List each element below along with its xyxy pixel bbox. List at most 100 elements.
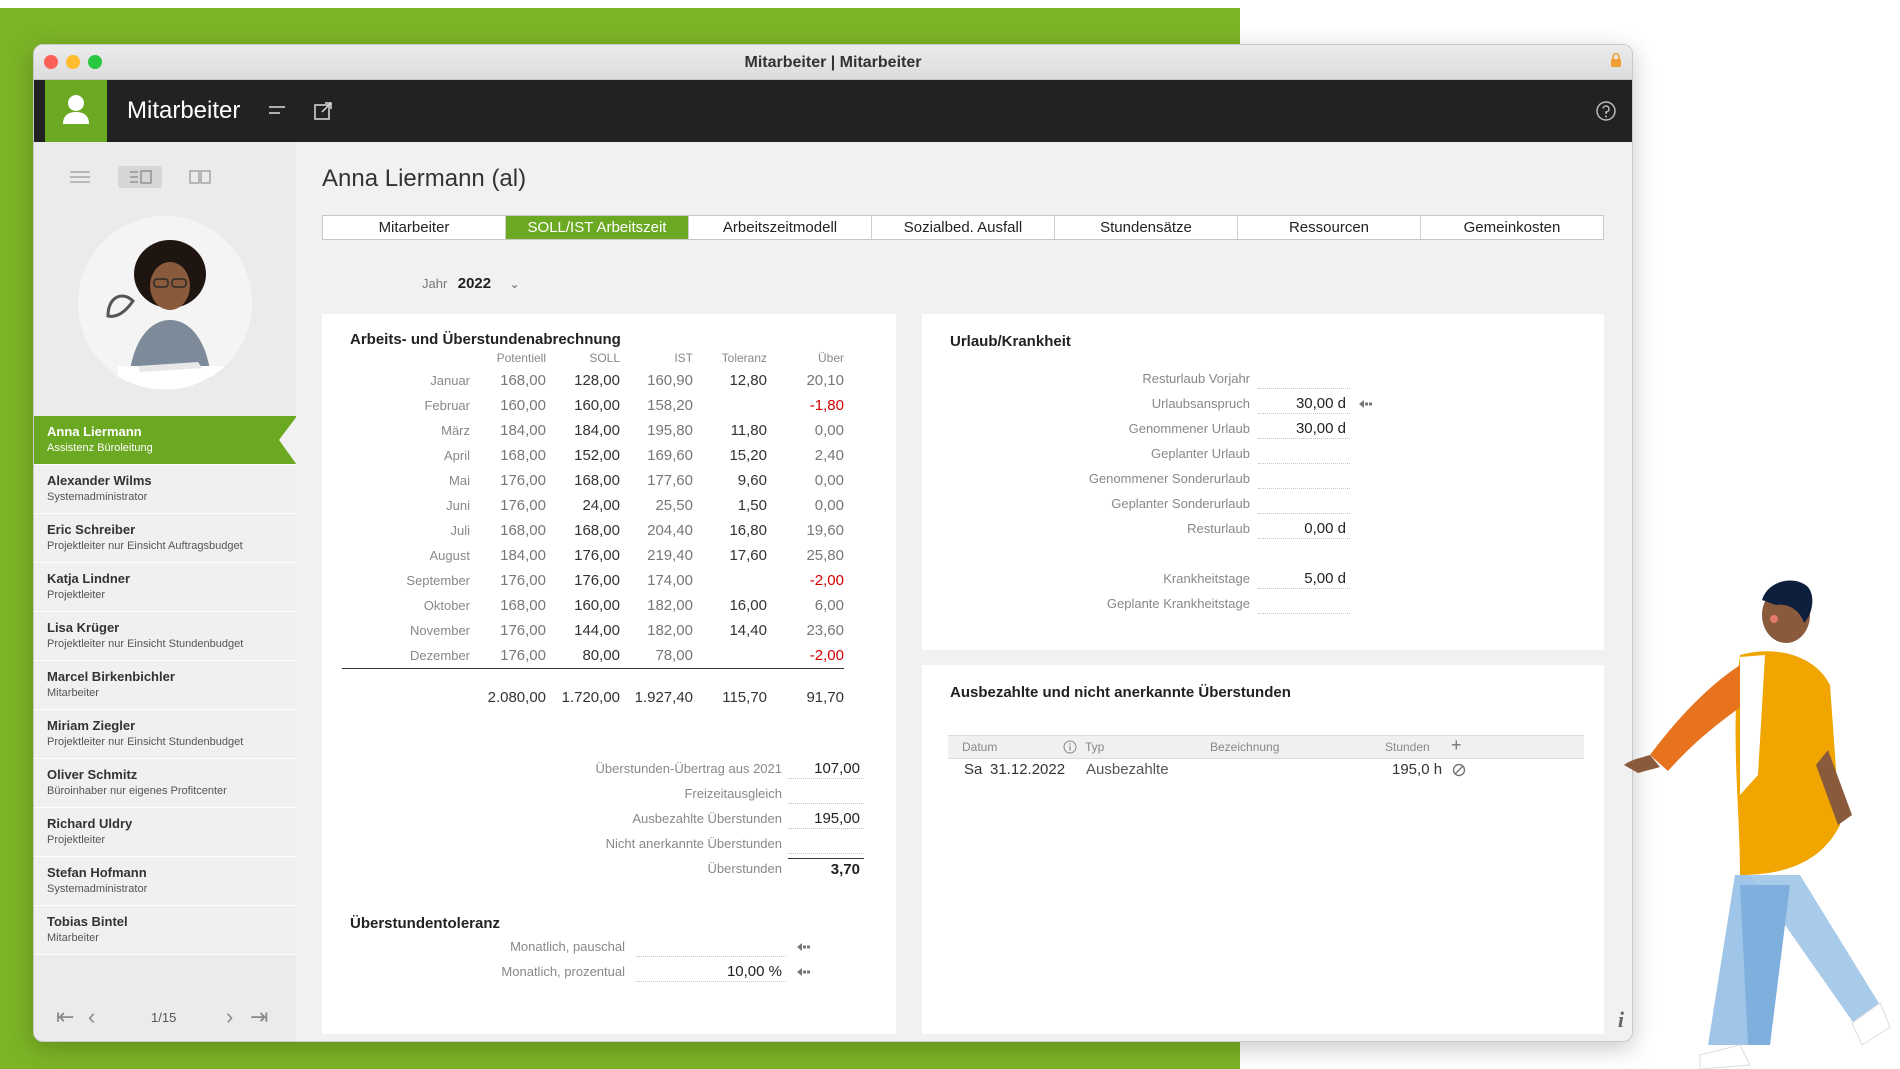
columns-view-icon[interactable] [178,166,222,188]
tab-ressourcen[interactable]: Ressourcen [1238,216,1421,239]
soll-cell: 24,00 [582,497,620,514]
payout-title: Ausbezahlte und nicht anerkannte Überstu… [950,684,1291,701]
month-row: März 184,00 184,00 195,80 11,80 0,00 [342,418,844,443]
menu-icon[interactable] [266,100,288,122]
totals-label-cell [342,668,470,715]
employee-item-alexander-wilms[interactable]: Alexander Wilms Systemadministrator [34,465,296,514]
app-window: Mitarbeiter | Mitarbeiter Mitarbeiter An… [33,44,1633,1042]
tolerance-pct-field[interactable]: 10,00 % [636,961,786,982]
vacation-planned-field[interactable] [1258,443,1350,464]
tolerance-flat-field[interactable] [636,936,786,957]
tolerance-pct-label: Monatlich, prozentual [501,964,625,979]
first-record-icon[interactable]: ⇤ [56,1004,74,1030]
vacation-entitlement-field[interactable]: 30,00 d [1258,393,1350,414]
list-view-icon[interactable] [58,166,102,188]
tab-arbeitszeitmodell[interactable]: Arbeitszeitmodell [689,216,872,239]
previous-record-icon[interactable]: ‹ [88,1004,95,1030]
employee-app-icon[interactable] [45,80,107,142]
month-row: August 184,00 176,00 219,40 17,60 25,80 [342,543,844,568]
column-header-date[interactable]: Datum [962,740,997,754]
paid-overtime-field[interactable]: 195,00 [788,808,864,829]
ueber-cell: -2,00 [809,647,844,664]
next-record-icon[interactable]: › [226,1004,233,1030]
employee-item-lisa-krueger[interactable]: Lisa Krüger Projektleiter nur Einsicht S… [34,612,296,661]
toleranz-cell: 14,40 [729,622,767,639]
app-header: Mitarbeiter [34,80,1632,142]
potentiell-cell: 168,00 [500,372,546,389]
summary-overtime-row: Überstunden [322,858,782,880]
payout-row[interactable]: Sa 31.12.2022 Ausbezahlte 195,0 h [948,758,1584,782]
special-leave-planned-field[interactable] [1258,493,1350,514]
last-record-icon[interactable]: ⇥ [250,1004,268,1030]
vacation-label: Resturlaub [1187,521,1250,536]
lock-icon[interactable] [1610,52,1622,68]
column-header-description[interactable]: Bezeichnung [1210,740,1279,754]
column-header-type[interactable]: Typ [1085,740,1104,754]
month-row: Mai 176,00 168,00 177,60 9,60 0,00 [342,468,844,493]
sick-days-field[interactable]: 5,00 d [1258,568,1350,589]
record-pager: ⇤ ‹ 1/15 › ⇥ [34,1000,296,1030]
help-icon[interactable] [1595,100,1617,122]
month-row: Februar 160,00 160,00 158,20 -1,80 [342,393,844,418]
tab-gemeinkosten[interactable]: Gemeinkosten [1421,216,1603,239]
add-entry-icon[interactable]: + [1451,735,1462,756]
sidebar: Anna Liermann Assistenz Büroleitung Alex… [34,142,297,1041]
month-cell: August [429,548,470,563]
totals-row: 2.080,00 1.720,00 1.927,40 115,70 91,70 [342,668,844,715]
month-cell: Mai [449,473,470,488]
unrecognized-overtime-field[interactable] [788,833,864,854]
remaining-vacation-field[interactable]: 0,00 d [1258,518,1350,539]
ueber-cell: 0,00 [814,497,844,514]
remaining-last-year-field[interactable] [1258,368,1350,389]
special-leave-taken-field[interactable] [1258,468,1350,489]
time-off-field[interactable] [788,783,864,804]
vacation-row: Urlaubsanspruch [922,393,1250,415]
chevron-down-icon[interactable]: ⌄ [510,277,520,291]
employee-item-richard-uldry[interactable]: Richard Uldry Projektleiter [34,808,296,857]
tab-sozialbed-ausfall[interactable]: Sozialbed. Ausfall [872,216,1055,239]
tab-stundensaetze[interactable]: Stundensätze [1055,216,1238,239]
employee-name: Marcel Birkenbichler [47,669,175,684]
month-column-header [342,348,470,368]
total-soll: 1.720,00 [546,668,620,715]
ist-cell: 182,00 [647,597,693,614]
inherit-arrow-icon[interactable] [796,967,812,977]
column-header-hours[interactable]: Stunden [1385,740,1430,754]
toleranz-cell: 15,20 [729,447,767,464]
summary-label: Nicht anerkannte Überstunden [605,836,782,851]
employee-item-oliver-schmitz[interactable]: Oliver Schmitz Büroinhaber nur eigenes P… [34,759,296,808]
employee-item-miriam-ziegler[interactable]: Miriam Ziegler Projektleiter nur Einsich… [34,710,296,759]
potentiell-cell: 168,00 [500,447,546,464]
ueber-cell: 19,60 [806,522,844,539]
employee-item-stefan-hofmann[interactable]: Stefan Hofmann Systemadministrator [34,857,296,906]
potentiell-cell: 176,00 [500,622,546,639]
year-selector[interactable]: Jahr 2022 ⌄ [422,275,520,293]
planned-sick-days-field[interactable] [1258,593,1350,614]
ist-cell: 182,00 [647,622,693,639]
tab-soll-ist-arbeitszeit[interactable]: SOLL/IST Arbeitszeit [506,216,689,239]
remove-entry-icon[interactable] [1452,763,1466,777]
ueber-cell: 0,00 [814,472,844,489]
employee-item-tobias-bintel[interactable]: Tobias Bintel Mitarbeiter [34,906,296,955]
inherit-arrow-icon[interactable] [1358,399,1374,409]
year-value[interactable]: 2022 [458,275,491,292]
month-cell: Dezember [410,648,470,663]
column-header-toleranz: Toleranz [721,351,767,365]
employee-item-marcel-birkenbichler[interactable]: Marcel Birkenbichler Mitarbeiter [34,661,296,710]
toleranz-cell: 16,80 [729,522,767,539]
employee-item-katja-lindner[interactable]: Katja Lindner Projektleiter [34,563,296,612]
external-link-icon[interactable] [312,100,334,122]
employee-role: Büroinhaber nur eigenes Profitcenter [47,785,227,797]
total-ueber: 91,70 [767,668,844,715]
carryover-field[interactable]: 107,00 [788,758,864,779]
inherit-arrow-icon[interactable] [796,942,812,952]
month-row: Juni 176,00 24,00 25,50 1,50 0,00 [342,493,844,518]
ueber-cell: 0,00 [814,422,844,439]
info-icon[interactable] [1063,740,1077,754]
employee-item-eric-schreiber[interactable]: Eric Schreiber Projektleiter nur Einsich… [34,514,296,563]
toleranz-cell [693,643,767,669]
vacation-taken-field[interactable]: 30,00 d [1258,418,1350,439]
split-view-icon[interactable] [118,166,162,188]
tab-mitarbeiter[interactable]: Mitarbeiter [323,216,506,239]
employee-item-anna-liermann[interactable]: Anna Liermann Assistenz Büroleitung [34,416,297,465]
